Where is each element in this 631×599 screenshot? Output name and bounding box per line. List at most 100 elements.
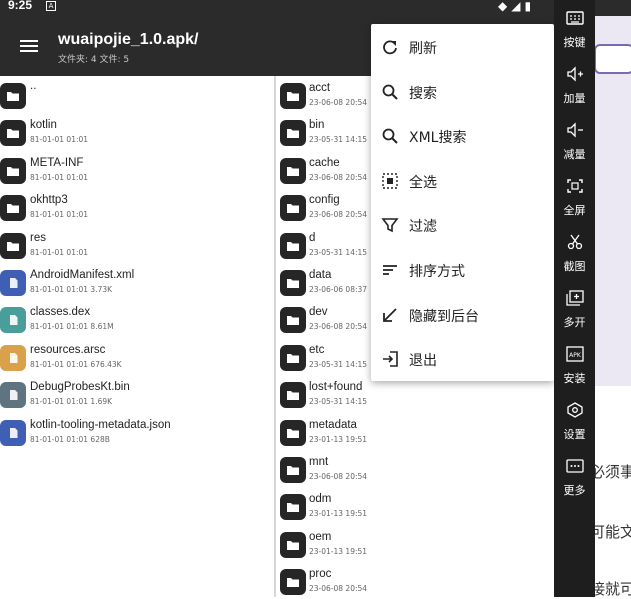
file-meta: 23-06-08 20:54 <box>309 584 368 594</box>
file-row[interactable]: mnt 23-06-08 20:54 <box>276 450 554 487</box>
file-row[interactable]: odm 23-01-13 19:51 <box>276 487 554 524</box>
menu-hamburger-icon[interactable] <box>20 40 38 52</box>
status-time: 9:25 <box>8 0 33 12</box>
file-meta: 23-06-08 20:54 <box>309 471 368 481</box>
side-button-apk-install[interactable]: APK 安装 <box>554 336 595 392</box>
folder-icon <box>0 232 26 259</box>
side-button-multi-open[interactable]: 多开 <box>554 280 595 336</box>
side-button-label: 更多 <box>563 484 586 497</box>
file-name: kotlin <box>30 119 57 132</box>
background-text-3: 接就可 <box>590 580 631 598</box>
menu-item-select-all[interactable]: 全选 <box>371 159 554 203</box>
battery-icon: ▮ <box>524 0 532 13</box>
menu-item-xml-search[interactable]: XML搜索 <box>371 114 554 158</box>
folder-icon <box>280 120 306 147</box>
side-toolbar: 按键加量减量全屏 截图多开 APK 安装 设置更多 <box>554 0 595 597</box>
menu-item-filter[interactable]: 过滤 <box>371 203 554 247</box>
folder-icon <box>280 157 306 184</box>
file-name: oem <box>309 530 332 543</box>
folder-icon <box>280 232 306 259</box>
menu-item-sort[interactable]: 排序方式 <box>371 248 554 292</box>
more-icon <box>566 458 584 474</box>
file-name: metadata <box>309 418 357 431</box>
file-meta: 81-01-01 01:01 <box>30 172 89 182</box>
file-name: res <box>30 231 46 244</box>
file-name: proc <box>309 568 332 581</box>
file-meta: 23-06-06 08:37 <box>309 284 368 294</box>
json-file-icon <box>0 419 26 446</box>
folder-icon <box>0 157 26 184</box>
file-meta: 23-06-08 20:54 <box>309 98 368 107</box>
file-row[interactable]: okhttp3 81-01-01 01:01 <box>0 188 275 225</box>
menu-item-hide-to-background[interactable]: 隐藏到后台 <box>371 293 554 337</box>
menu-item-refresh[interactable]: 刷新 <box>371 25 554 69</box>
side-button-volume-up[interactable]: 加量 <box>554 56 595 112</box>
file-meta: 23-01-13 19:51 <box>309 509 368 519</box>
bin-file-icon <box>0 382 26 409</box>
system-icons: ◆ ◢ ▮ <box>498 0 531 13</box>
fullscreen-icon <box>566 178 584 194</box>
sort-icon <box>381 261 399 279</box>
file-meta: 81-01-01 01:01 676.43K <box>30 359 122 369</box>
side-button-settings[interactable]: 设置 <box>554 392 595 448</box>
file-row[interactable]: res 81-01-01 01:01 <box>0 226 275 263</box>
file-row[interactable]: oem 23-01-13 19:51 <box>276 525 554 562</box>
file-meta: 81-01-01 01:01 <box>30 135 89 145</box>
file-meta: 23-06-08 20:54 <box>309 210 368 220</box>
file-name: config <box>309 194 340 207</box>
file-row[interactable]: DebugProbesKt.bin 81-01-01 01:01 1.69K <box>0 375 275 412</box>
file-name: bin <box>309 119 325 132</box>
file-row[interactable]: AndroidManifest.xml 81-01-01 01:01 3.73K <box>0 263 275 300</box>
side-button-fullscreen[interactable]: 全屏 <box>554 168 595 224</box>
keyboard-icon <box>566 10 584 26</box>
exit-icon <box>381 350 399 368</box>
file-name: okhttp3 <box>30 194 68 207</box>
file-name: acct <box>309 82 331 94</box>
volume-up-icon <box>566 66 584 82</box>
left-file-pane[interactable]: .. kotlin 81-01-01 01:01 META-INF 81-01-01 0… <box>0 76 275 597</box>
file-row[interactable]: proc 23-06-08 20:54 <box>276 562 554 597</box>
file-meta: 23-05-31 14:15 <box>309 359 368 369</box>
side-button-keyboard[interactable]: 按键 <box>554 0 595 56</box>
apk-install-icon: APK <box>566 346 584 362</box>
file-row[interactable]: META-INF 81-01-01 01:01 <box>0 151 275 188</box>
file-name: kotlin-tooling-metadata.json <box>30 418 171 431</box>
menu-item-exit[interactable]: 退出 <box>371 337 554 381</box>
volume-down-icon <box>566 122 584 138</box>
background-text-1: 必须事 <box>590 463 631 481</box>
file-row[interactable]: classes.dex 81-01-01 01:01 8.61M <box>0 300 275 337</box>
file-row[interactable]: kotlin 81-01-01 01:01 <box>0 113 275 150</box>
folder-icon <box>280 382 306 409</box>
folder-icon <box>0 83 26 109</box>
side-button-volume-down[interactable]: 减量 <box>554 112 595 168</box>
side-button-label: 加量 <box>563 92 586 105</box>
file-meta: 81-01-01 01:01 <box>30 247 89 257</box>
file-name: META-INF <box>30 156 84 169</box>
file-row[interactable]: resources.arsc 81-01-01 01:01 676.43K <box>0 338 275 375</box>
file-name: odm <box>309 493 332 506</box>
menu-item-label: 退出 <box>409 353 437 370</box>
menu-item-search[interactable]: 搜索 <box>371 70 554 114</box>
filter-icon <box>381 216 399 234</box>
file-meta: 23-05-31 14:15 <box>309 135 368 145</box>
file-row[interactable]: metadata 23-01-13 19:51 <box>276 413 554 450</box>
file-name: resources.arsc <box>30 343 106 356</box>
menu-item-label: 过滤 <box>409 219 437 236</box>
menu-item-label: 刷新 <box>409 41 437 57</box>
side-button-screenshot[interactable]: 截图 <box>554 224 595 280</box>
file-row[interactable]: .. <box>0 76 275 113</box>
wifi-icon: ◆ <box>498 0 508 13</box>
side-button-more[interactable]: 更多 <box>554 448 595 504</box>
file-meta: 23-06-08 20:54 <box>309 322 368 332</box>
side-button-label: 多开 <box>563 316 586 329</box>
file-row[interactable]: kotlin-tooling-metadata.json 81-01-01 01:… <box>0 413 275 450</box>
file-meta: 81-01-01 01:01 628B <box>30 434 110 444</box>
file-name: d <box>309 231 316 244</box>
folder-icon <box>0 120 26 147</box>
file-name: etc <box>309 343 325 356</box>
file-name: dev <box>309 306 328 319</box>
folder-icon <box>280 494 306 521</box>
folder-icon <box>280 307 306 334</box>
side-button-label: 减量 <box>563 148 586 161</box>
signal-icon: ◢ <box>511 0 521 13</box>
